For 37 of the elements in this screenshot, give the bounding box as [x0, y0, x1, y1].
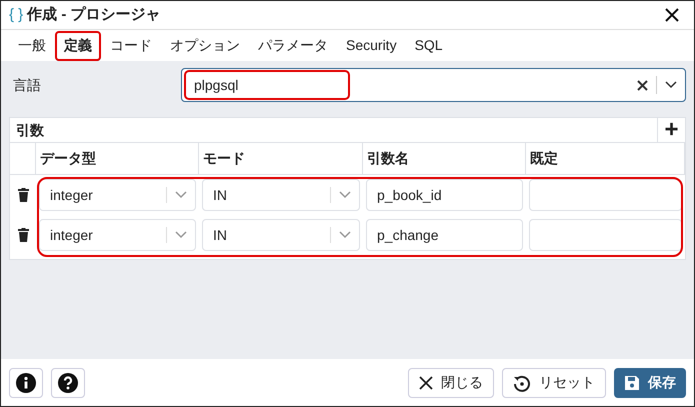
- info-icon: [16, 372, 36, 392]
- close-icon: [419, 376, 433, 390]
- chevron-down-icon[interactable]: [665, 81, 677, 89]
- language-select[interactable]: plpgsql: [181, 68, 686, 102]
- reset-icon: [513, 374, 531, 392]
- window-icon: { }: [9, 4, 24, 26]
- select-field[interactable]: integer: [39, 179, 196, 211]
- column-header: 引数名: [363, 143, 526, 174]
- column-header: 既定: [526, 143, 685, 174]
- input-field[interactable]: p_change: [366, 219, 523, 251]
- tab[interactable]: SQL: [406, 31, 452, 61]
- info-button[interactable]: [9, 368, 43, 398]
- add-button[interactable]: +: [657, 118, 685, 142]
- window-title: 作成 - プロシージャ: [27, 4, 161, 25]
- clear-icon[interactable]: [637, 80, 648, 90]
- tab[interactable]: Security: [337, 31, 406, 61]
- select-field[interactable]: integer: [39, 219, 196, 251]
- delete-icon[interactable]: [18, 228, 28, 242]
- reset-button[interactable]: リセット: [502, 368, 606, 398]
- save-button[interactable]: 保存: [614, 368, 686, 398]
- input-field[interactable]: [529, 179, 682, 211]
- tab[interactable]: 一般: [9, 31, 55, 61]
- tab[interactable]: オプション: [161, 31, 249, 61]
- help-button[interactable]: [51, 368, 85, 398]
- select-field[interactable]: IN: [202, 219, 360, 251]
- select-field[interactable]: IN: [202, 179, 360, 211]
- column-header: データ型: [36, 143, 199, 174]
- delete-icon[interactable]: [18, 188, 28, 202]
- input-field[interactable]: [529, 219, 682, 251]
- close-button[interactable]: 閉じる: [408, 368, 494, 398]
- tab[interactable]: パラメータ: [249, 31, 337, 61]
- section-title: 引数: [16, 120, 44, 140]
- help-icon: [58, 372, 78, 392]
- input-field[interactable]: p_book_id: [366, 179, 523, 211]
- column-header: モード: [199, 143, 363, 174]
- field-label: 言語: [12, 76, 42, 94]
- tab[interactable]: コード: [101, 31, 161, 61]
